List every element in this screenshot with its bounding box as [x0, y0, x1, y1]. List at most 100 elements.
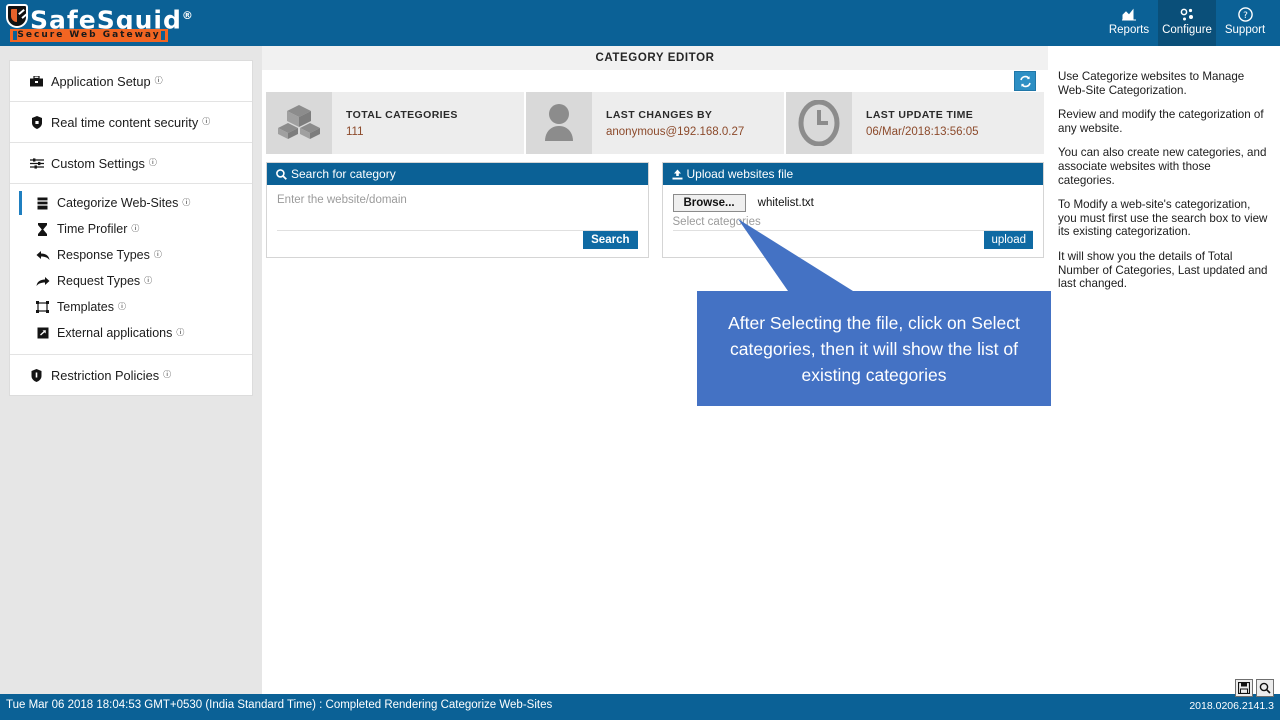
- upload-panel-title: Upload websites file: [686, 167, 794, 181]
- stat-body: LAST UPDATE TIME 06/Mar/2018:13:56:05: [852, 109, 979, 138]
- search-icon: [1259, 682, 1271, 694]
- search-icon: [276, 169, 287, 180]
- stat-body: LAST CHANGES BY anonymous@192.168.0.27: [592, 109, 744, 138]
- toolbar-row: [262, 70, 1048, 92]
- search-input[interactable]: Enter the website/domain: [277, 194, 638, 206]
- sidebar-label-external-applications: External applications: [57, 326, 173, 340]
- stat-label-last-changes-by: LAST CHANGES BY: [606, 108, 713, 121]
- support-question-icon: ?: [1216, 5, 1274, 22]
- app-root: SafeSquid® Secure Web Gateway Reports Co…: [0, 0, 1280, 720]
- stat-value-total-categories: 111: [346, 125, 364, 138]
- nav-label-reports: Reports: [1108, 24, 1150, 36]
- sidebar-group-application: Application Setup ⓘ: [10, 61, 252, 102]
- sidebar-label-restriction-policies: Restriction Policies: [51, 367, 160, 383]
- external-app-icon: [34, 327, 51, 339]
- reports-chart-icon: [1100, 5, 1158, 22]
- cubes-icon: [266, 92, 332, 154]
- info-icon[interactable]: ⓘ: [163, 371, 171, 379]
- sidebar-item-categorize-web-sites[interactable]: Categorize Web-Sites ⓘ: [10, 190, 252, 216]
- shield-icon: [28, 368, 45, 382]
- nav-item-reports[interactable]: Reports: [1100, 0, 1158, 46]
- page-title: CATEGORY EDITOR: [262, 46, 1048, 70]
- sidebar-label-request-types: Request Types: [57, 274, 141, 288]
- info-icon[interactable]: ⓘ: [131, 225, 139, 233]
- sidebar-item-application-setup[interactable]: Application Setup ⓘ: [10, 61, 252, 101]
- save-icon: [1238, 682, 1250, 694]
- arrow-reply-icon: [34, 250, 51, 261]
- nav-label-support: Support: [1224, 24, 1266, 36]
- stat-value-last-changes-by: anonymous@192.168.0.27: [606, 125, 745, 138]
- help-paragraph: To Modify a web-site's categorization, y…: [1058, 198, 1268, 239]
- search-panel-body: Enter the website/domain Search: [267, 185, 648, 257]
- callout-tooltip: After Selecting the file, click on Selec…: [697, 291, 1051, 406]
- sidebar-label-application-setup: Application Setup: [51, 73, 151, 89]
- info-icon[interactable]: ⓘ: [149, 159, 157, 167]
- panels-row: Search for category Enter the website/do…: [262, 154, 1048, 258]
- registered-mark: ®: [181, 9, 194, 22]
- upload-panel-header: Upload websites file: [662, 163, 1043, 185]
- sidebar-label-templates: Templates: [57, 300, 114, 314]
- callout-text: After Selecting the file, click on Selec…: [728, 312, 1020, 385]
- search-button[interactable]: [1256, 679, 1274, 697]
- stat-card-last-update-time: LAST UPDATE TIME 06/Mar/2018:13:56:05: [786, 92, 1044, 154]
- app-logo[interactable]: SafeSquid® Secure Web Gateway: [4, 0, 193, 46]
- user-icon: [526, 92, 592, 154]
- footer-version-text: 2018.0206.2141.3: [1189, 700, 1274, 712]
- nav-item-support[interactable]: ? Support: [1216, 0, 1274, 46]
- sidebar-group-custom: Custom Settings ⓘ: [10, 143, 252, 184]
- sidebar-label-categorize-web-sites: Categorize Web-Sites: [57, 196, 179, 210]
- info-icon[interactable]: ⓘ: [176, 329, 184, 337]
- search-button[interactable]: Search: [583, 231, 638, 249]
- footer-bar: Tue Mar 06 2018 18:04:53 GMT+0530 (India…: [0, 679, 1280, 720]
- clock-icon: [786, 92, 852, 154]
- sliders-icon: [28, 157, 45, 169]
- sidebar-item-restriction-policies[interactable]: Restriction Policies ⓘ: [10, 355, 252, 395]
- sidebar-item-response-types[interactable]: Response Types ⓘ: [10, 242, 252, 268]
- save-button[interactable]: [1235, 679, 1253, 697]
- sidebar-label-custom-settings: Custom Settings: [51, 155, 145, 171]
- stat-card-last-changes-by: LAST CHANGES BY anonymous@192.168.0.27: [526, 92, 784, 154]
- file-chooser-row: Browse... whitelist.txt: [672, 194, 1034, 212]
- brand-tagline: Secure Web Gateway: [17, 30, 161, 40]
- svg-text:?: ?: [1243, 11, 1248, 21]
- nav-item-configure[interactable]: Configure: [1158, 0, 1216, 46]
- templates-icon: [34, 301, 51, 313]
- callout-pointer-icon: [738, 219, 853, 291]
- sidebar-item-external-applications[interactable]: External applications ⓘ: [10, 320, 252, 346]
- help-paragraph: You can also create new categories, and …: [1058, 146, 1267, 187]
- stat-label-total-categories: TOTAL CATEGORIES: [346, 108, 458, 121]
- help-paragraph: Use Categorize websites to Manage Web-Si…: [1058, 70, 1245, 97]
- top-header-bar: SafeSquid® Secure Web Gateway Reports Co…: [0, 0, 1280, 46]
- info-icon[interactable]: ⓘ: [182, 199, 190, 207]
- sidebar-item-request-types[interactable]: Request Types ⓘ: [10, 268, 252, 294]
- safesquid-shield-icon: [6, 4, 28, 28]
- nav-label-configure: Configure: [1162, 24, 1212, 36]
- info-icon[interactable]: ⓘ: [118, 303, 126, 311]
- footer-status-text: Tue Mar 06 2018 18:04:53 GMT+0530 (India…: [6, 699, 553, 711]
- sidebar-menu: Application Setup ⓘ Real time content se…: [9, 60, 253, 396]
- shield-lock-icon: [28, 115, 45, 129]
- sidebar-item-time-profiler[interactable]: Time Profiler ⓘ: [10, 216, 252, 242]
- stat-card-total-categories: TOTAL CATEGORIES 111: [266, 92, 524, 154]
- sidebar-item-templates[interactable]: Templates ⓘ: [10, 294, 252, 320]
- sidebar-item-real-time-content-security[interactable]: Real time content security ⓘ: [10, 102, 252, 142]
- info-icon[interactable]: ⓘ: [154, 251, 162, 259]
- database-icon: [34, 197, 51, 210]
- refresh-icon: [1019, 75, 1031, 88]
- browse-button[interactable]: Browse...: [672, 194, 746, 212]
- sidebar-group-realtime: Real time content security ⓘ: [10, 102, 252, 143]
- info-icon[interactable]: ⓘ: [144, 277, 152, 285]
- info-icon[interactable]: ⓘ: [202, 118, 210, 126]
- stat-value-last-update-time: 06/Mar/2018:13:56:05: [866, 125, 979, 138]
- brand-tagline-bar: Secure Web Gateway: [10, 29, 168, 42]
- stat-body: TOTAL CATEGORIES 111: [332, 109, 458, 138]
- upload-button[interactable]: upload: [984, 231, 1033, 249]
- footer-icon-buttons: [1235, 679, 1274, 697]
- configure-gear-icon: [1158, 5, 1216, 22]
- hourglass-icon: [34, 222, 51, 236]
- sidebar-item-custom-settings[interactable]: Custom Settings ⓘ: [10, 143, 252, 183]
- info-icon[interactable]: ⓘ: [155, 77, 163, 85]
- sidebar: Application Setup ⓘ Real time content se…: [0, 46, 262, 694]
- refresh-button[interactable]: [1014, 71, 1036, 91]
- search-panel-title: Search for category: [291, 167, 396, 181]
